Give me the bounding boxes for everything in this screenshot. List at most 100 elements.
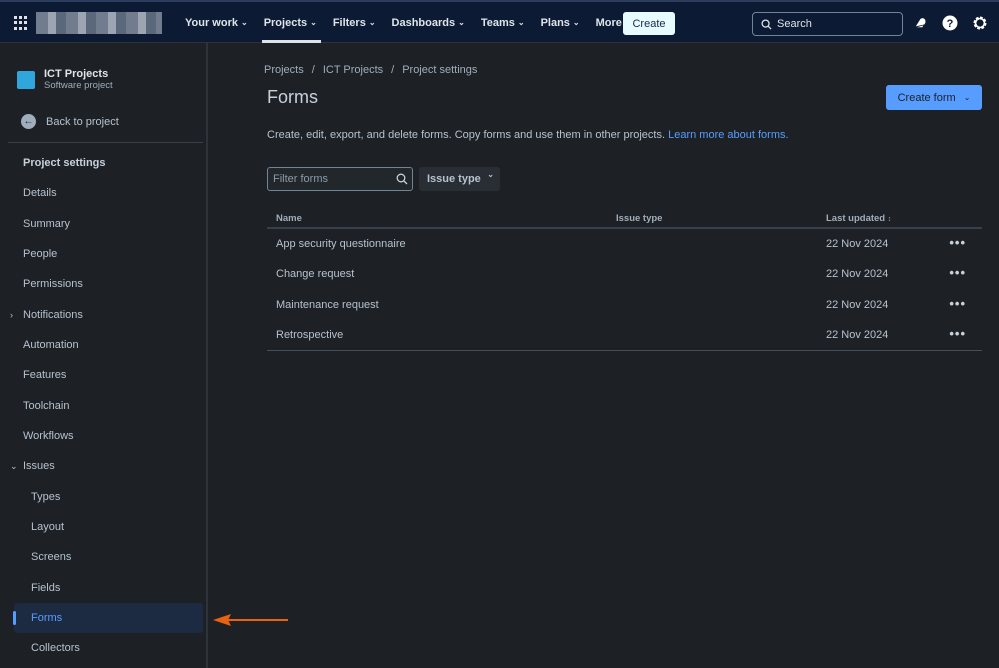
column-header-issue-type[interactable]: Issue type — [616, 213, 662, 224]
nav-label: Teams — [481, 17, 515, 29]
sidebar-item-screens[interactable]: Screens — [14, 542, 203, 572]
create-button[interactable]: Create — [623, 12, 675, 35]
column-header-name[interactable]: Name — [276, 213, 302, 224]
column-header-last-updated[interactable]: Last updated ↕ — [826, 213, 891, 224]
sidebar-item-workflows[interactable]: Workflows — [14, 421, 203, 451]
breadcrumb-ict-projects[interactable]: ICT Projects — [323, 64, 383, 76]
item-label: Notifications — [23, 309, 83, 321]
form-name[interactable]: Retrospective — [276, 329, 343, 341]
project-sidebar: ICT Projects Software project ← Back to p… — [0, 43, 208, 668]
annotation-arrow-icon — [213, 613, 291, 627]
table-bottom-border — [267, 350, 982, 351]
more-actions-icon[interactable]: ••• — [949, 326, 966, 341]
sidebar-item-features[interactable]: Features — [14, 360, 203, 390]
sidebar-item-toolchain[interactable]: Toolchain — [14, 391, 203, 421]
nav-filters[interactable]: Filters⌄ — [333, 2, 384, 43]
nav-label: Your work — [185, 17, 238, 29]
form-name[interactable]: Change request — [276, 268, 354, 280]
breadcrumb-separator: / — [391, 64, 394, 76]
table-row[interactable]: Retrospective 22 Nov 2024 ••• — [267, 320, 982, 350]
arrow-left-icon: ← — [21, 114, 36, 129]
sidebar-item-permissions[interactable]: Permissions — [14, 269, 203, 299]
search-placeholder: Search — [777, 18, 812, 30]
site-logo-blurred[interactable] — [36, 12, 162, 34]
forms-table: Name Issue type Last updated ↕ App secur… — [267, 207, 982, 351]
breadcrumb-project-settings[interactable]: Project settings — [402, 64, 477, 76]
help-icon[interactable]: ? — [941, 14, 959, 32]
form-name[interactable]: Maintenance request — [276, 299, 379, 311]
nav-dashboards[interactable]: Dashboards⌄ — [392, 2, 473, 43]
chevron-down-icon: ⌄ — [310, 18, 317, 27]
nav-label: Plans — [541, 17, 570, 29]
nav-label: Projects — [264, 17, 307, 29]
nav-projects[interactable]: Projects⌄ — [264, 2, 325, 43]
form-name[interactable]: App security questionnaire — [276, 238, 406, 250]
search-icon — [396, 173, 408, 185]
chevron-down-icon: ⌄ — [964, 93, 971, 102]
sidebar-item-automation[interactable]: Automation — [14, 330, 203, 360]
chevron-down-icon: ⌄ — [487, 170, 494, 179]
form-last-updated: 22 Nov 2024 — [826, 299, 888, 311]
table-row[interactable]: Change request 22 Nov 2024 ••• — [267, 259, 982, 289]
chevron-down-icon: ⌄ — [369, 18, 376, 27]
nav-teams[interactable]: Teams⌄ — [481, 2, 533, 43]
chevron-down-icon: ⌄ — [573, 18, 580, 27]
nav-your-work[interactable]: Your work⌄ — [185, 2, 256, 43]
settings-gear-icon[interactable] — [971, 14, 989, 32]
divider — [8, 142, 203, 143]
top-navigation: Your work⌄ Projects⌄ Filters⌄ Dashboards… — [0, 0, 999, 43]
chevron-down-icon: ⌄ — [458, 18, 465, 27]
item-label: Issues — [23, 460, 55, 472]
issue-type-filter[interactable]: Issue type ⌄ — [419, 167, 500, 191]
breadcrumb-projects[interactable]: Projects — [264, 64, 304, 76]
header-label: Last updated — [826, 213, 885, 224]
notifications-bell-icon[interactable] — [911, 14, 929, 32]
sidebar-item-forms[interactable]: Forms — [14, 603, 203, 633]
more-actions-icon[interactable]: ••• — [949, 265, 966, 280]
chevron-down-icon: ⌄ — [518, 18, 525, 27]
sidebar-item-details[interactable]: Details — [14, 178, 203, 208]
back-label: Back to project — [46, 116, 119, 128]
learn-more-link[interactable]: Learn more about forms. — [668, 129, 788, 141]
filter-forms-input[interactable]: Filter forms — [267, 167, 413, 191]
sidebar-item-issues[interactable]: ⌄Issues — [14, 451, 203, 481]
search-input[interactable]: Search — [752, 12, 903, 36]
table-header: Name Issue type Last updated ↕ — [267, 207, 982, 229]
sidebar-item-layout[interactable]: Layout — [14, 512, 203, 542]
nav-plans[interactable]: Plans⌄ — [541, 2, 588, 43]
sort-icon: ↕ — [888, 216, 892, 223]
form-last-updated: 22 Nov 2024 — [826, 268, 888, 280]
form-last-updated: 22 Nov 2024 — [826, 329, 888, 341]
svg-text:?: ? — [947, 18, 954, 30]
create-form-label: Create form — [898, 92, 956, 104]
sidebar-item-collectors[interactable]: Collectors — [14, 633, 203, 663]
table-row[interactable]: Maintenance request 22 Nov 2024 ••• — [267, 290, 982, 320]
more-actions-icon[interactable]: ••• — [949, 296, 966, 311]
project-avatar-icon — [17, 71, 35, 89]
sidebar-item-notifications[interactable]: ›Notifications — [14, 300, 203, 330]
nav-label: More — [596, 17, 622, 29]
chevron-down-icon: ⌄ — [10, 461, 18, 472]
sidebar-item-summary[interactable]: Summary — [14, 209, 203, 239]
sidebar-heading-project-settings: Project settings — [14, 148, 203, 178]
project-name: ICT Projects — [44, 68, 108, 80]
app-switcher-icon[interactable] — [14, 16, 28, 30]
sidebar-item-types[interactable]: Types — [14, 482, 203, 512]
sidebar-item-fields[interactable]: Fields — [14, 573, 203, 603]
issue-type-label: Issue type — [427, 173, 481, 185]
page-title: Forms — [267, 87, 318, 108]
chevron-down-icon: ⌄ — [241, 18, 248, 27]
description-text: Create, edit, export, and delete forms. … — [267, 129, 668, 141]
table-row[interactable]: App security questionnaire22 Nov 2024••• — [267, 229, 982, 259]
sidebar-item-people[interactable]: People — [14, 239, 203, 269]
search-icon — [761, 19, 772, 30]
breadcrumb-separator: / — [312, 64, 315, 76]
main-content: Projects / ICT Projects / Project settings F… — [210, 43, 999, 668]
page-description: Create, edit, export, and delete forms. … — [267, 129, 789, 141]
create-form-button[interactable]: Create form ⌄ — [886, 85, 982, 110]
back-to-project-link[interactable]: ← Back to project — [21, 114, 119, 129]
more-actions-icon[interactable]: ••• — [949, 235, 966, 250]
chevron-right-icon: › — [10, 310, 13, 320]
nav-label: Dashboards — [392, 17, 456, 29]
project-type: Software project — [44, 80, 113, 91]
